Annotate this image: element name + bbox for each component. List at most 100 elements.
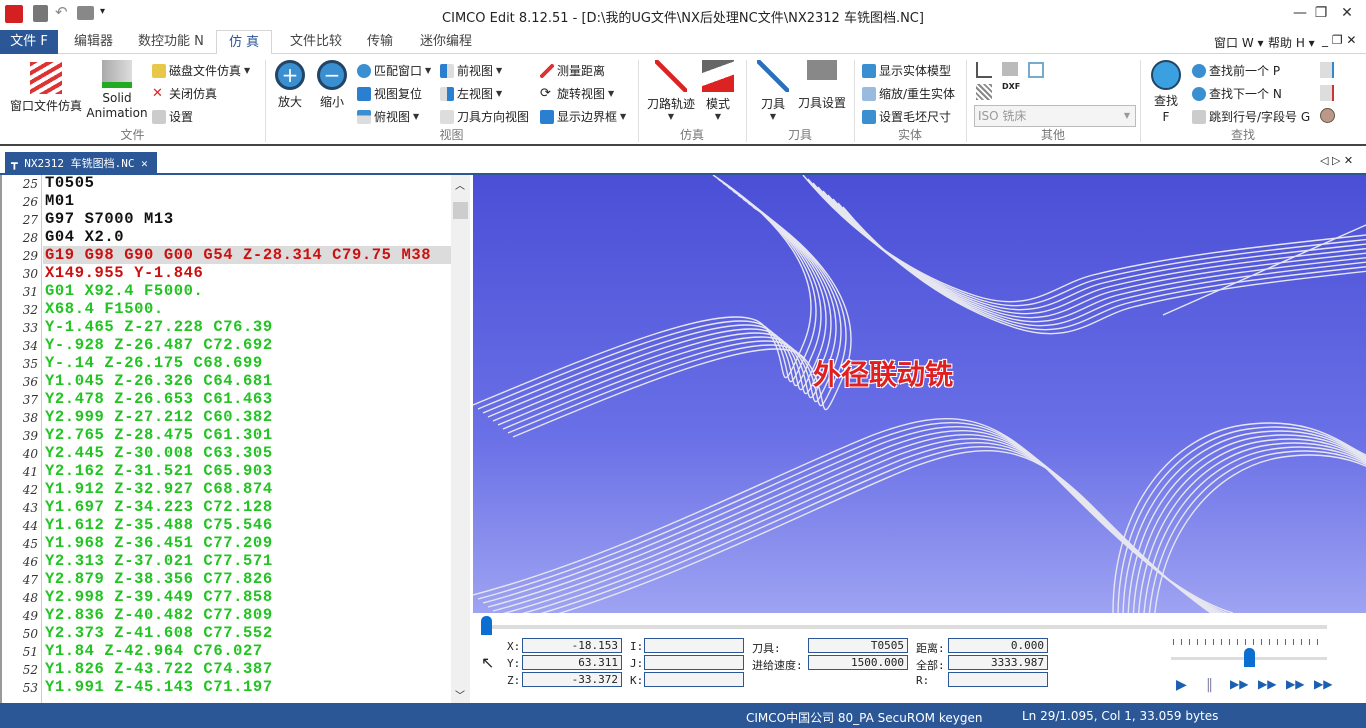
code-line[interactable]: Y2.445 Z-30.008 C63.305 — [45, 444, 273, 462]
code-line[interactable]: G97 S7000 M13 — [45, 210, 174, 228]
tab-simulation[interactable]: 仿 真 — [216, 30, 273, 55]
code-line[interactable]: Y1.84 Z-42.964 C76.027 — [45, 642, 263, 660]
label: 查找前一个 P — [1209, 64, 1281, 78]
code-line[interactable]: Y2.879 Z-38.356 C77.826 — [45, 570, 273, 588]
show-bounding-box-button[interactable]: 显示边界框 ▼ — [540, 108, 626, 125]
machine-select[interactable]: ISO 铣床 ▼ — [974, 105, 1136, 127]
code-line[interactable]: Y1.912 Z-32.927 C68.874 — [45, 480, 273, 498]
code-line[interactable]: Y-1.465 Z-27.228 C76.39 — [45, 318, 273, 336]
title-bar: ↶ ▾ CIMCO Edit 8.12.51 - [D:\我的UG文件\NX后处… — [0, 0, 1366, 30]
fit-window-button[interactable]: 匹配窗口 ▼ — [357, 62, 431, 79]
code-line[interactable]: Y2.998 Z-39.449 C77.858 — [45, 588, 273, 606]
compass-icon[interactable] — [1320, 108, 1335, 123]
front-view-button[interactable]: 前视图 ▼ — [440, 62, 502, 79]
code-line[interactable]: Y2.999 Z-27.212 C60.382 — [45, 408, 273, 426]
scroll-thumb[interactable] — [453, 202, 468, 219]
code-line[interactable]: Y-.14 Z-26.175 C68.699 — [45, 354, 263, 372]
file-menu[interactable]: 文件 F — [0, 30, 58, 54]
code-line[interactable]: Y1.045 Z-26.326 C64.681 — [45, 372, 273, 390]
view-reset-button[interactable]: 视图复位 — [357, 85, 422, 102]
code-line[interactable]: Y1.968 Z-36.451 C77.209 — [45, 534, 273, 552]
simulation-viewport[interactable]: 外径联动铣 — [473, 175, 1366, 613]
zoom-in-button[interactable]: + 放大 — [272, 60, 308, 110]
tab-mini-programming[interactable]: 迷你编程 — [408, 30, 484, 54]
code-line[interactable]: G04 X2.0 — [45, 228, 124, 246]
code-line[interactable]: Y2.836 Z-40.482 C77.809 — [45, 606, 273, 624]
mdi-controls[interactable]: _ ❐ ✕ — [1322, 33, 1356, 47]
vertical-scrollbar[interactable]: ︿ ﹀ — [451, 175, 470, 703]
code-line[interactable]: Y2.765 Z-28.475 C61.301 — [45, 426, 273, 444]
window-menu[interactable]: 窗口 W ▾ — [1214, 34, 1264, 51]
code-line[interactable]: Y2.373 Z-41.608 C77.552 — [45, 624, 273, 642]
tab-transfer[interactable]: 传输 — [355, 30, 405, 54]
mode-button[interactable]: 模式 ▼ — [700, 60, 736, 121]
step-tool-change-button[interactable]: ▶▶ — [1314, 677, 1332, 691]
toolpath-button[interactable]: 刀路轨迹 ▼ — [643, 60, 699, 121]
settings-button[interactable]: 设置 — [152, 108, 193, 125]
left-view-button[interactable]: 左视图 ▼ — [440, 85, 502, 102]
code-line[interactable]: Y2.162 Z-31.521 C65.903 — [45, 462, 273, 480]
code-line[interactable]: Y-.928 Z-26.487 C72.692 — [45, 336, 273, 354]
pause-button[interactable]: ‖ — [1206, 677, 1213, 693]
speed-slider-thumb[interactable] — [1244, 648, 1255, 667]
scroll-up-icon[interactable]: ︿ — [455, 177, 465, 192]
code-line[interactable]: Y2.313 Z-37.021 C77.571 — [45, 552, 273, 570]
disk-file-sim-button[interactable]: 磁盘文件仿真 ▼ — [152, 62, 250, 79]
export-icon[interactable] — [1028, 62, 1044, 78]
window-file-sim-button[interactable]: 窗口文件仿真 — [8, 62, 84, 114]
measure-distance-button[interactable]: 测量距离 — [540, 62, 605, 79]
tab-editor[interactable]: 编辑器 — [62, 30, 125, 54]
axis-icon[interactable] — [976, 62, 992, 78]
close-tab-icon[interactable]: ✕ — [141, 157, 148, 170]
code-line[interactable]: Y1.991 Z-45.143 C71.197 — [45, 678, 273, 696]
tab-nav-icons[interactable]: ◁ ▷ ✕ — [1320, 154, 1353, 167]
tool-direction-view-button[interactable]: 刀具方向视图 — [440, 108, 529, 125]
code-line[interactable]: X149.955 Y-1.846 — [45, 264, 203, 282]
machine-icon[interactable] — [1002, 62, 1018, 76]
code-line[interactable]: M01 — [45, 192, 75, 210]
code-line[interactable]: Y1.826 Z-43.722 C74.387 — [45, 660, 273, 678]
ruler-icon — [540, 63, 554, 78]
solid-animation-button[interactable]: Solid Animation — [86, 60, 148, 121]
tab-nc-functions[interactable]: 数控功能 N — [126, 30, 216, 54]
step-tool-button[interactable]: ▶▶ — [1258, 677, 1276, 691]
bookmark-down-icon[interactable] — [1320, 62, 1334, 78]
code-line[interactable]: Y1.612 Z-35.488 C75.546 — [45, 516, 273, 534]
find-button[interactable]: 查找 F — [1148, 60, 1184, 125]
find-previous-button[interactable]: 查找前一个 P — [1192, 62, 1280, 79]
code-line[interactable]: X68.4 F1500. — [45, 300, 164, 318]
code-editor[interactable]: 25 26 27 28 29 30 31 32 33 34 35 36 37 38 39 40 41 42 43 44… — [0, 175, 470, 703]
show-solid-button[interactable]: 显示实体模型 — [862, 62, 951, 79]
bookmark-up-icon[interactable] — [1320, 85, 1334, 101]
stl-icon[interactable] — [976, 84, 992, 100]
tab-file-compare[interactable]: 文件比较 — [278, 30, 354, 54]
zoom-out-button[interactable]: − 缩小 — [314, 60, 350, 110]
dxf-icon[interactable]: DXF — [1002, 82, 1020, 91]
goto-line-button[interactable]: 跳到行号/字段号 G — [1192, 108, 1310, 125]
toolpath-curve — [827, 194, 1366, 323]
find-next-button[interactable]: 查找下一个 N — [1192, 85, 1282, 102]
close-sim-button[interactable]: ✕ 关闭仿真 — [152, 85, 217, 102]
rotate-view-button[interactable]: ⟳ 旋转视图 ▼ — [540, 85, 614, 102]
code-line[interactable]: Y2.478 Z-26.653 C61.463 — [45, 390, 273, 408]
close-button[interactable]: ✕ — [1332, 5, 1362, 25]
help-menu[interactable]: 帮助 H ▾ — [1268, 34, 1315, 51]
set-stock-button[interactable]: 设置毛坯尺寸 — [862, 108, 951, 125]
code-line[interactable]: Y1.697 Z-34.223 C72.128 — [45, 498, 273, 516]
tool-button[interactable]: 刀具 ▼ — [755, 60, 791, 121]
label: F — [1162, 110, 1170, 124]
document-tab[interactable]: ┳ NX2312 车铣图档.NC ✕ — [5, 152, 157, 175]
scroll-down-icon[interactable]: ﹀ — [455, 687, 465, 702]
code-line[interactable]: T0505 — [45, 175, 95, 192]
play-button[interactable]: ▶ — [1176, 677, 1187, 693]
progress-slider-thumb[interactable] — [481, 616, 492, 635]
code-line[interactable]: G19 G98 G90 G00 G54 Z-28.314 C79.75 M38 — [45, 246, 431, 264]
tool-settings-button[interactable]: 刀具设置 — [795, 60, 849, 111]
progress-track[interactable] — [481, 625, 1327, 629]
front-view-icon — [440, 63, 454, 78]
step-z-button[interactable]: ▶▶ — [1286, 677, 1304, 691]
top-view-button[interactable]: 俯视图 ▼ — [357, 108, 419, 125]
step-button[interactable]: ▶▶ — [1230, 677, 1248, 691]
code-line[interactable]: G01 X92.4 F5000. — [45, 282, 203, 300]
zoom-regen-button[interactable]: 缩放/重生实体 — [862, 85, 955, 102]
